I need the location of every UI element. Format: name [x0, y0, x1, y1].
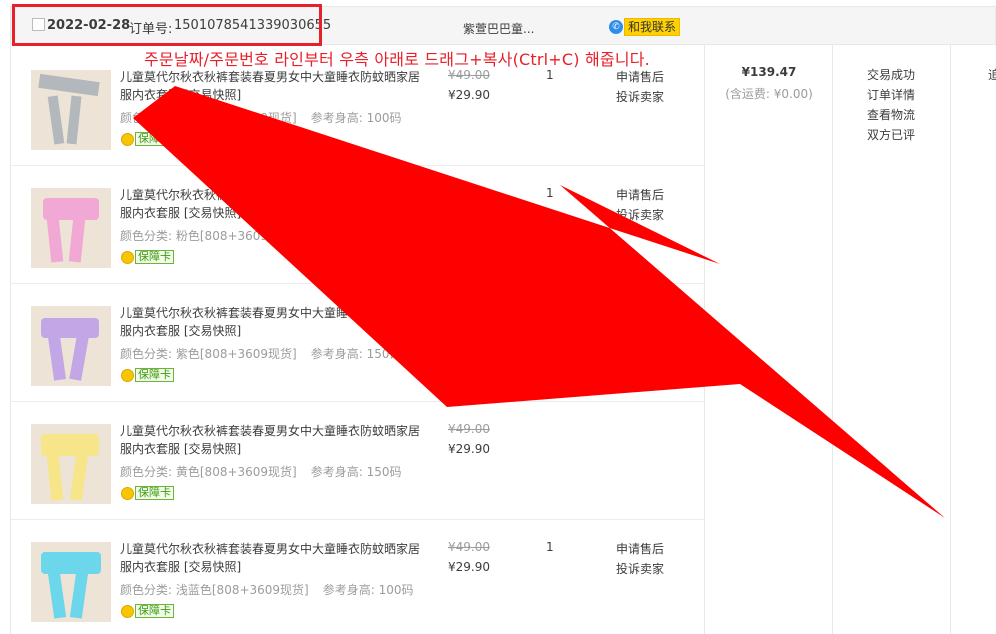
after-sale-link[interactable]: 申请售后 — [616, 540, 664, 557]
product-spec: 颜色分类: 浅蓝色[808+3609现货] 参考身高: 100码 — [120, 583, 414, 597]
product-spec: 颜色分类: 粉色[808+3609现货] 参考身高: — [120, 229, 363, 243]
guarantee-icon — [121, 368, 134, 382]
product-title-link[interactable]: 儿童莫代尔秋衣秋裤套装春夏男女中大童睡衣防蚊晒家居服内衣套服 [交易快照] — [120, 540, 420, 576]
current-price: ¥29.90 — [448, 206, 490, 220]
contact-label: 和我联系 — [624, 18, 681, 36]
order-item-row: 儿童莫代尔秋衣秋裤套装春夏男女中大童睡衣防蚊晒家居服内衣套服 [交易快照] 颜色… — [11, 284, 704, 402]
view-logistics-link[interactable]: 查看物流 — [867, 106, 915, 123]
product-title-link[interactable]: 儿童莫代尔秋衣秋裤套装春夏男女中大童睡衣防蚊晒家居服内衣套服 [交易快照] — [120, 186, 420, 222]
quantity: 1 — [546, 68, 554, 82]
product-title-link[interactable]: 儿童莫代尔秋衣秋裤套装春夏男女中大童睡衣防蚊晒家居服内衣套服 [交易快照] — [120, 304, 420, 340]
original-price: ¥49.00 — [448, 540, 490, 554]
instruction-text: 주문날짜/주문번호 라인부터 우측 아래로 드래그+복사(Ctrl+C) 해줍니… — [144, 50, 650, 69]
contact-seller-button[interactable]: ✆ 和我联系 — [609, 18, 681, 36]
trade-status: 交易成功 — [867, 68, 916, 82]
product-spec: 颜色分类: 紫色[808+3609现货] 参考身高: 150码 — [120, 347, 402, 361]
guarantee-badge[interactable]: 保障卡 — [121, 486, 174, 500]
order-item-row: 儿童莫代尔秋衣秋裤套装春夏男女中大童睡衣防蚊晒家居服内衣套服 [交易快照] 颜色… — [11, 402, 704, 520]
column-divider — [950, 45, 951, 634]
original-price: ¥49.00 — [448, 186, 490, 200]
quantity: 1 — [546, 540, 554, 554]
product-thumbnail[interactable] — [31, 188, 111, 268]
current-price: ¥29.90 — [448, 88, 490, 102]
guarantee-badge[interactable]: 保障卡 — [121, 604, 174, 618]
product-thumbnail[interactable] — [31, 542, 111, 622]
guarantee-icon — [121, 486, 134, 500]
guarantee-icon — [121, 250, 134, 264]
shop-name-link[interactable]: 紫萱巴巴童... — [463, 20, 534, 37]
after-sale-link[interactable]: 申请售后 — [616, 68, 664, 85]
original-price: ¥49.00 — [448, 68, 490, 82]
product-thumbnail[interactable] — [31, 424, 111, 504]
product-title-link[interactable]: 儿童莫代尔秋衣秋裤套装春夏男女中大童睡衣防蚊晒家居服内衣套服 [交易快照] — [120, 68, 420, 104]
column-divider — [704, 45, 705, 634]
current-price: ¥29.90 — [448, 560, 490, 574]
product-thumbnail[interactable] — [31, 306, 111, 386]
complain-seller-link[interactable]: 投诉卖家 — [616, 88, 664, 105]
guarantee-badge[interactable]: 保障卡 — [121, 250, 174, 264]
original-price: ¥49.00 — [448, 304, 490, 318]
after-sale-link[interactable]: 申请售后 — [616, 304, 664, 321]
after-sale-link[interactable]: 申请售后 — [616, 186, 664, 203]
guarantee-icon — [121, 132, 134, 146]
guarantee-icon — [121, 604, 134, 618]
order-total: ¥139.47 — [741, 65, 797, 79]
order-item-row: 儿童莫代尔秋衣秋裤套装春夏男女中大童睡衣防蚊晒家居服内衣套服 [交易快照] 颜色… — [11, 166, 704, 284]
product-thumbnail[interactable] — [31, 70, 111, 150]
order-item-row: 儿童莫代尔秋衣秋裤套装春夏男女中大童睡衣防蚊晒家居服内衣套服 [交易快照] 颜色… — [11, 520, 704, 634]
column-divider — [832, 45, 833, 634]
action-link-truncated[interactable]: 追 — [988, 66, 996, 83]
order-page: 2022-02-28 订单号: 1501078541339030655 紫萱巴巴… — [0, 0, 996, 634]
complain-seller-link[interactable]: 投诉卖家 — [616, 324, 664, 341]
product-spec: 颜色分类: 灰色[808+3609现货] 参考身高: 100码 — [120, 111, 402, 125]
product-spec: 颜色分类: 黄色[808+3609现货] 参考身高: 150码 — [120, 465, 402, 479]
guarantee-badge[interactable]: 保障卡 — [121, 368, 174, 382]
shipping-fee: (含运费: ¥0.00) — [725, 87, 813, 101]
quantity: 1 — [546, 186, 554, 200]
product-title-link[interactable]: 儿童莫代尔秋衣秋裤套装春夏男女中大童睡衣防蚊晒家居服内衣套服 [交易快照] — [120, 422, 420, 458]
order-details-link[interactable]: 订单详情 — [867, 86, 915, 103]
highlight-box — [12, 4, 322, 46]
current-price: ¥29.90 — [448, 324, 490, 338]
complain-seller-link[interactable]: 投诉卖家 — [616, 560, 664, 577]
review-status: 双方已评 — [867, 128, 916, 142]
original-price: ¥49.00 — [448, 422, 490, 436]
current-price: ¥29.90 — [448, 442, 490, 456]
chat-icon: ✆ — [609, 20, 623, 34]
complain-seller-link[interactable]: 投诉卖家 — [616, 206, 664, 223]
guarantee-badge[interactable]: 保障卡 — [121, 132, 174, 146]
